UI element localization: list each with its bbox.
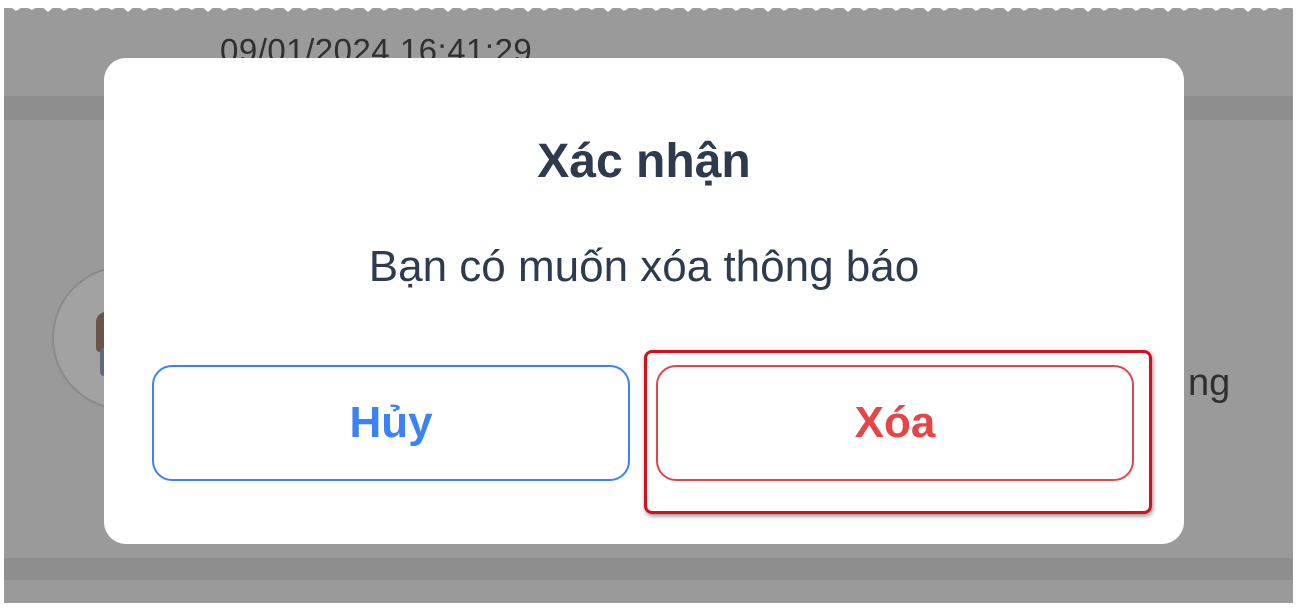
notification-text-fragment: ng bbox=[1188, 362, 1231, 404]
dialog-title: Xác nhận bbox=[537, 135, 751, 188]
torn-edge-top bbox=[0, 0, 1297, 14]
delete-button[interactable]: Xóa bbox=[656, 365, 1134, 481]
torn-edge-bottom bbox=[0, 601, 1297, 615]
dialog-message: Bạn có muốn xóa thông báo bbox=[368, 242, 920, 291]
list-divider-bottom bbox=[4, 558, 1293, 580]
confirm-delete-dialog: Xác nhận Bạn có muốn xóa thông báo Hủy X… bbox=[104, 58, 1184, 544]
cancel-button[interactable]: Hủy bbox=[152, 365, 630, 481]
